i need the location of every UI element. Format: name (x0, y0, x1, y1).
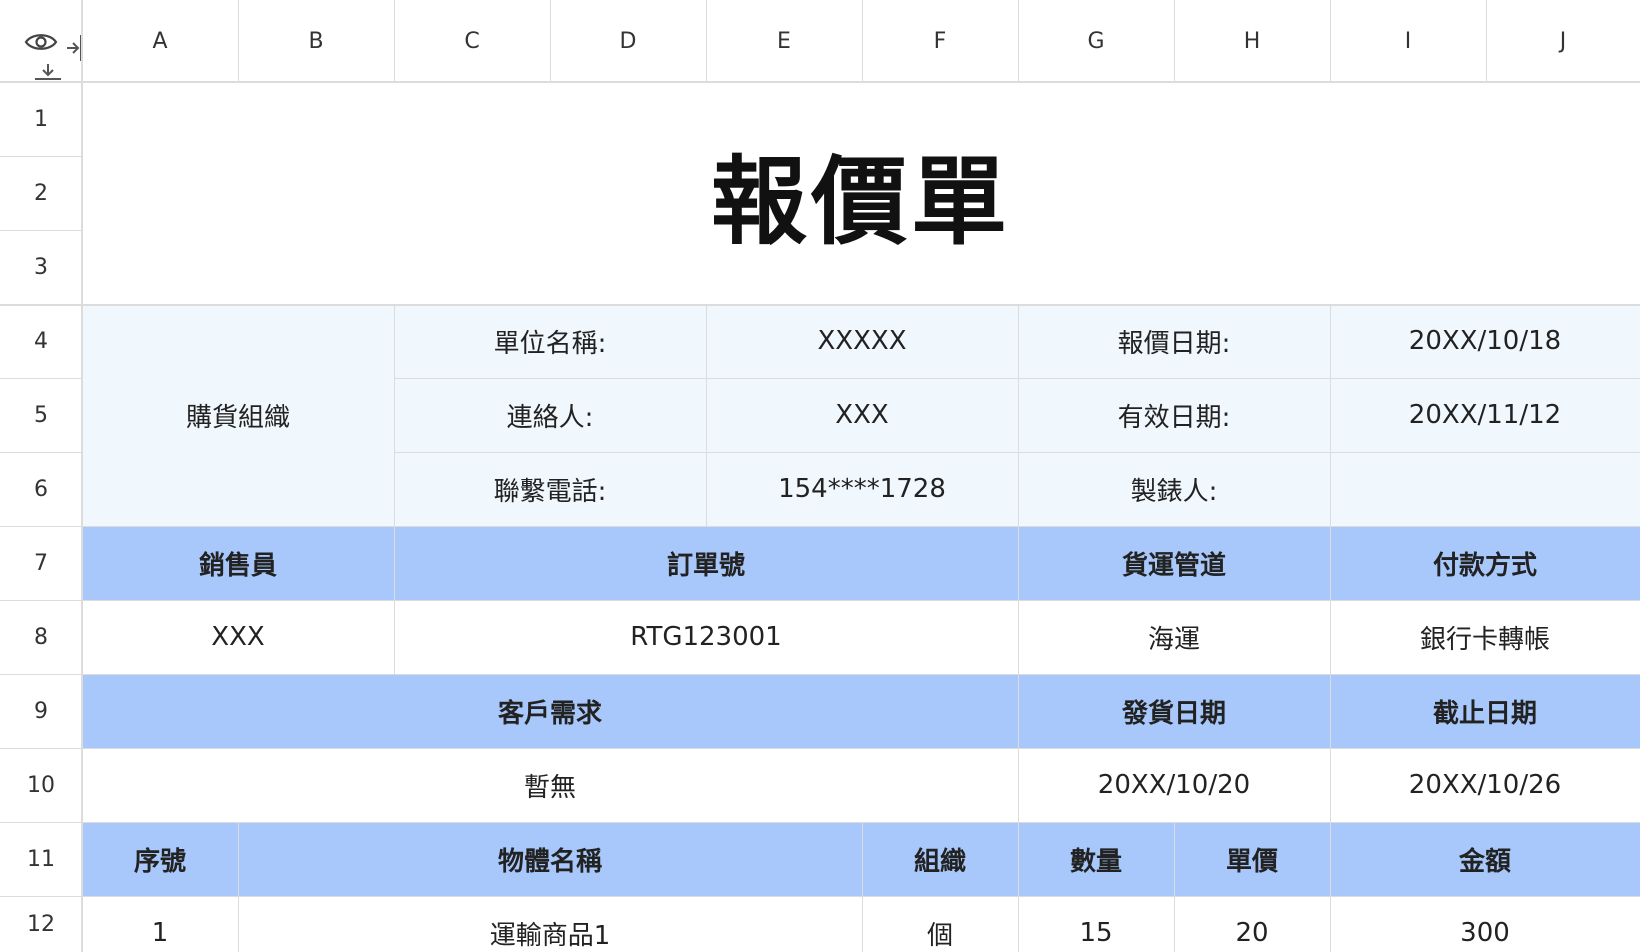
ship-date-header[interactable]: 發貨日期 (1018, 674, 1330, 748)
gridline (862, 822, 863, 952)
sheet-corner (0, 0, 96, 96)
gridline (1018, 0, 1019, 82)
ship-date-value[interactable]: 20XX/10/20 (1018, 748, 1330, 822)
unit-name-label[interactable]: 單位名稱: (394, 304, 706, 378)
salesperson-header[interactable]: 銷售員 (82, 526, 394, 600)
gridline (862, 0, 863, 82)
gridline (1330, 304, 1331, 952)
contact-value[interactable]: XXX (706, 378, 1018, 452)
quote-date-label[interactable]: 報價日期: (1018, 304, 1330, 378)
row-header-1[interactable]: 1 (0, 82, 82, 156)
row-header-7[interactable]: 7 (0, 526, 82, 600)
gridline (394, 378, 1640, 379)
row-header-8[interactable]: 8 (0, 600, 82, 674)
salesperson-value[interactable]: XXX (82, 600, 394, 674)
price-value[interactable]: 20 (1174, 896, 1330, 952)
gridline (0, 526, 1640, 527)
column-header-a[interactable]: A (82, 0, 238, 82)
gridline (1486, 0, 1487, 82)
gridline (550, 0, 551, 82)
eye-icon[interactable] (24, 30, 58, 54)
shipping-header[interactable]: 貨運管道 (1018, 526, 1330, 600)
row-header-12[interactable]: 12 (0, 896, 82, 952)
gridline (0, 896, 1640, 897)
amount-value[interactable]: 300 (1330, 896, 1640, 952)
column-header-f[interactable]: F (862, 0, 1018, 82)
shipping-value[interactable]: 海運 (1018, 600, 1330, 674)
gridline (0, 452, 82, 453)
page-title: 報價單 (711, 145, 1011, 258)
gridline (0, 378, 82, 379)
gridline (1330, 0, 1331, 82)
gridline (394, 452, 1640, 453)
gridline (0, 81, 1640, 83)
phone-value[interactable]: 154****1728 (706, 452, 1018, 526)
deadline-header[interactable]: 截止日期 (1330, 674, 1640, 748)
contact-label[interactable]: 連絡人: (394, 378, 706, 452)
maker-value[interactable] (1330, 452, 1640, 526)
gridline (0, 156, 82, 157)
seq-header[interactable]: 序號 (82, 822, 238, 896)
gridline (706, 0, 707, 82)
unit-header[interactable]: 組織 (862, 822, 1018, 896)
payment-value[interactable]: 銀行卡轉帳 (1330, 600, 1640, 674)
gridline (1018, 304, 1019, 952)
seq-value[interactable]: 1 (82, 896, 238, 952)
column-header-i[interactable]: I (1330, 0, 1486, 82)
gridline (0, 748, 1640, 749)
valid-date-value[interactable]: 20XX/11/12 (1330, 378, 1640, 452)
unit-name-value[interactable]: XXXXX (706, 304, 1018, 378)
quote-date-value[interactable]: 20XX/10/18 (1330, 304, 1640, 378)
unit-value[interactable]: 個 (862, 896, 1018, 952)
column-header-c[interactable]: C (394, 0, 550, 82)
item-name-header[interactable]: 物體名稱 (238, 822, 862, 896)
payment-header[interactable]: 付款方式 (1330, 526, 1640, 600)
maker-label[interactable]: 製錶人: (1018, 452, 1330, 526)
qty-value[interactable]: 15 (1018, 896, 1174, 952)
row-header-4[interactable]: 4 (0, 304, 82, 378)
purchasing-org-cell[interactable]: 購貨組織 (82, 304, 394, 526)
row-header-11[interactable]: 11 (0, 822, 82, 896)
order-no-header[interactable]: 訂單號 (394, 526, 1018, 600)
price-header[interactable]: 單價 (1174, 822, 1330, 896)
gridline (706, 304, 707, 526)
gridline (0, 230, 82, 231)
customer-needs-value[interactable]: 暫無 (82, 748, 1018, 822)
row-header-9[interactable]: 9 (0, 674, 82, 748)
gridline (394, 0, 395, 82)
qty-header[interactable]: 數量 (1018, 822, 1174, 896)
amount-header[interactable]: 金額 (1330, 822, 1640, 896)
row-header-5[interactable]: 5 (0, 378, 82, 452)
column-header-h[interactable]: H (1174, 0, 1330, 82)
row-header-3[interactable]: 3 (0, 230, 82, 304)
gridline (0, 600, 1640, 601)
row-header-6[interactable]: 6 (0, 452, 82, 526)
phone-label[interactable]: 聯繫電話: (394, 452, 706, 526)
column-header-e[interactable]: E (706, 0, 862, 82)
title-cell[interactable]: 報價單 (82, 82, 1640, 304)
gridline (238, 822, 239, 952)
gridline (1174, 0, 1175, 82)
gridline (0, 674, 1640, 675)
gridline (238, 0, 239, 82)
spreadsheet: A B C D E F G H I J 1 2 3 4 5 6 7 8 9 10… (0, 0, 1640, 952)
customer-needs-header[interactable]: 客戶需求 (82, 674, 1018, 748)
row-header-10[interactable]: 10 (0, 748, 82, 822)
column-header-b[interactable]: B (238, 0, 394, 82)
gridline (1174, 822, 1175, 952)
gridline (81, 0, 83, 952)
row-header-2[interactable]: 2 (0, 156, 82, 230)
column-header-j[interactable]: J (1486, 0, 1640, 82)
item-name-value[interactable]: 運輸商品1 (238, 896, 862, 952)
order-no-value[interactable]: RTG123001 (394, 600, 1018, 674)
column-header-g[interactable]: G (1018, 0, 1174, 82)
gridline (0, 304, 1640, 306)
gridline (394, 304, 395, 674)
gridline (0, 822, 1640, 823)
valid-date-label[interactable]: 有效日期: (1018, 378, 1330, 452)
deadline-value[interactable]: 20XX/10/26 (1330, 748, 1640, 822)
column-header-d[interactable]: D (550, 0, 706, 82)
